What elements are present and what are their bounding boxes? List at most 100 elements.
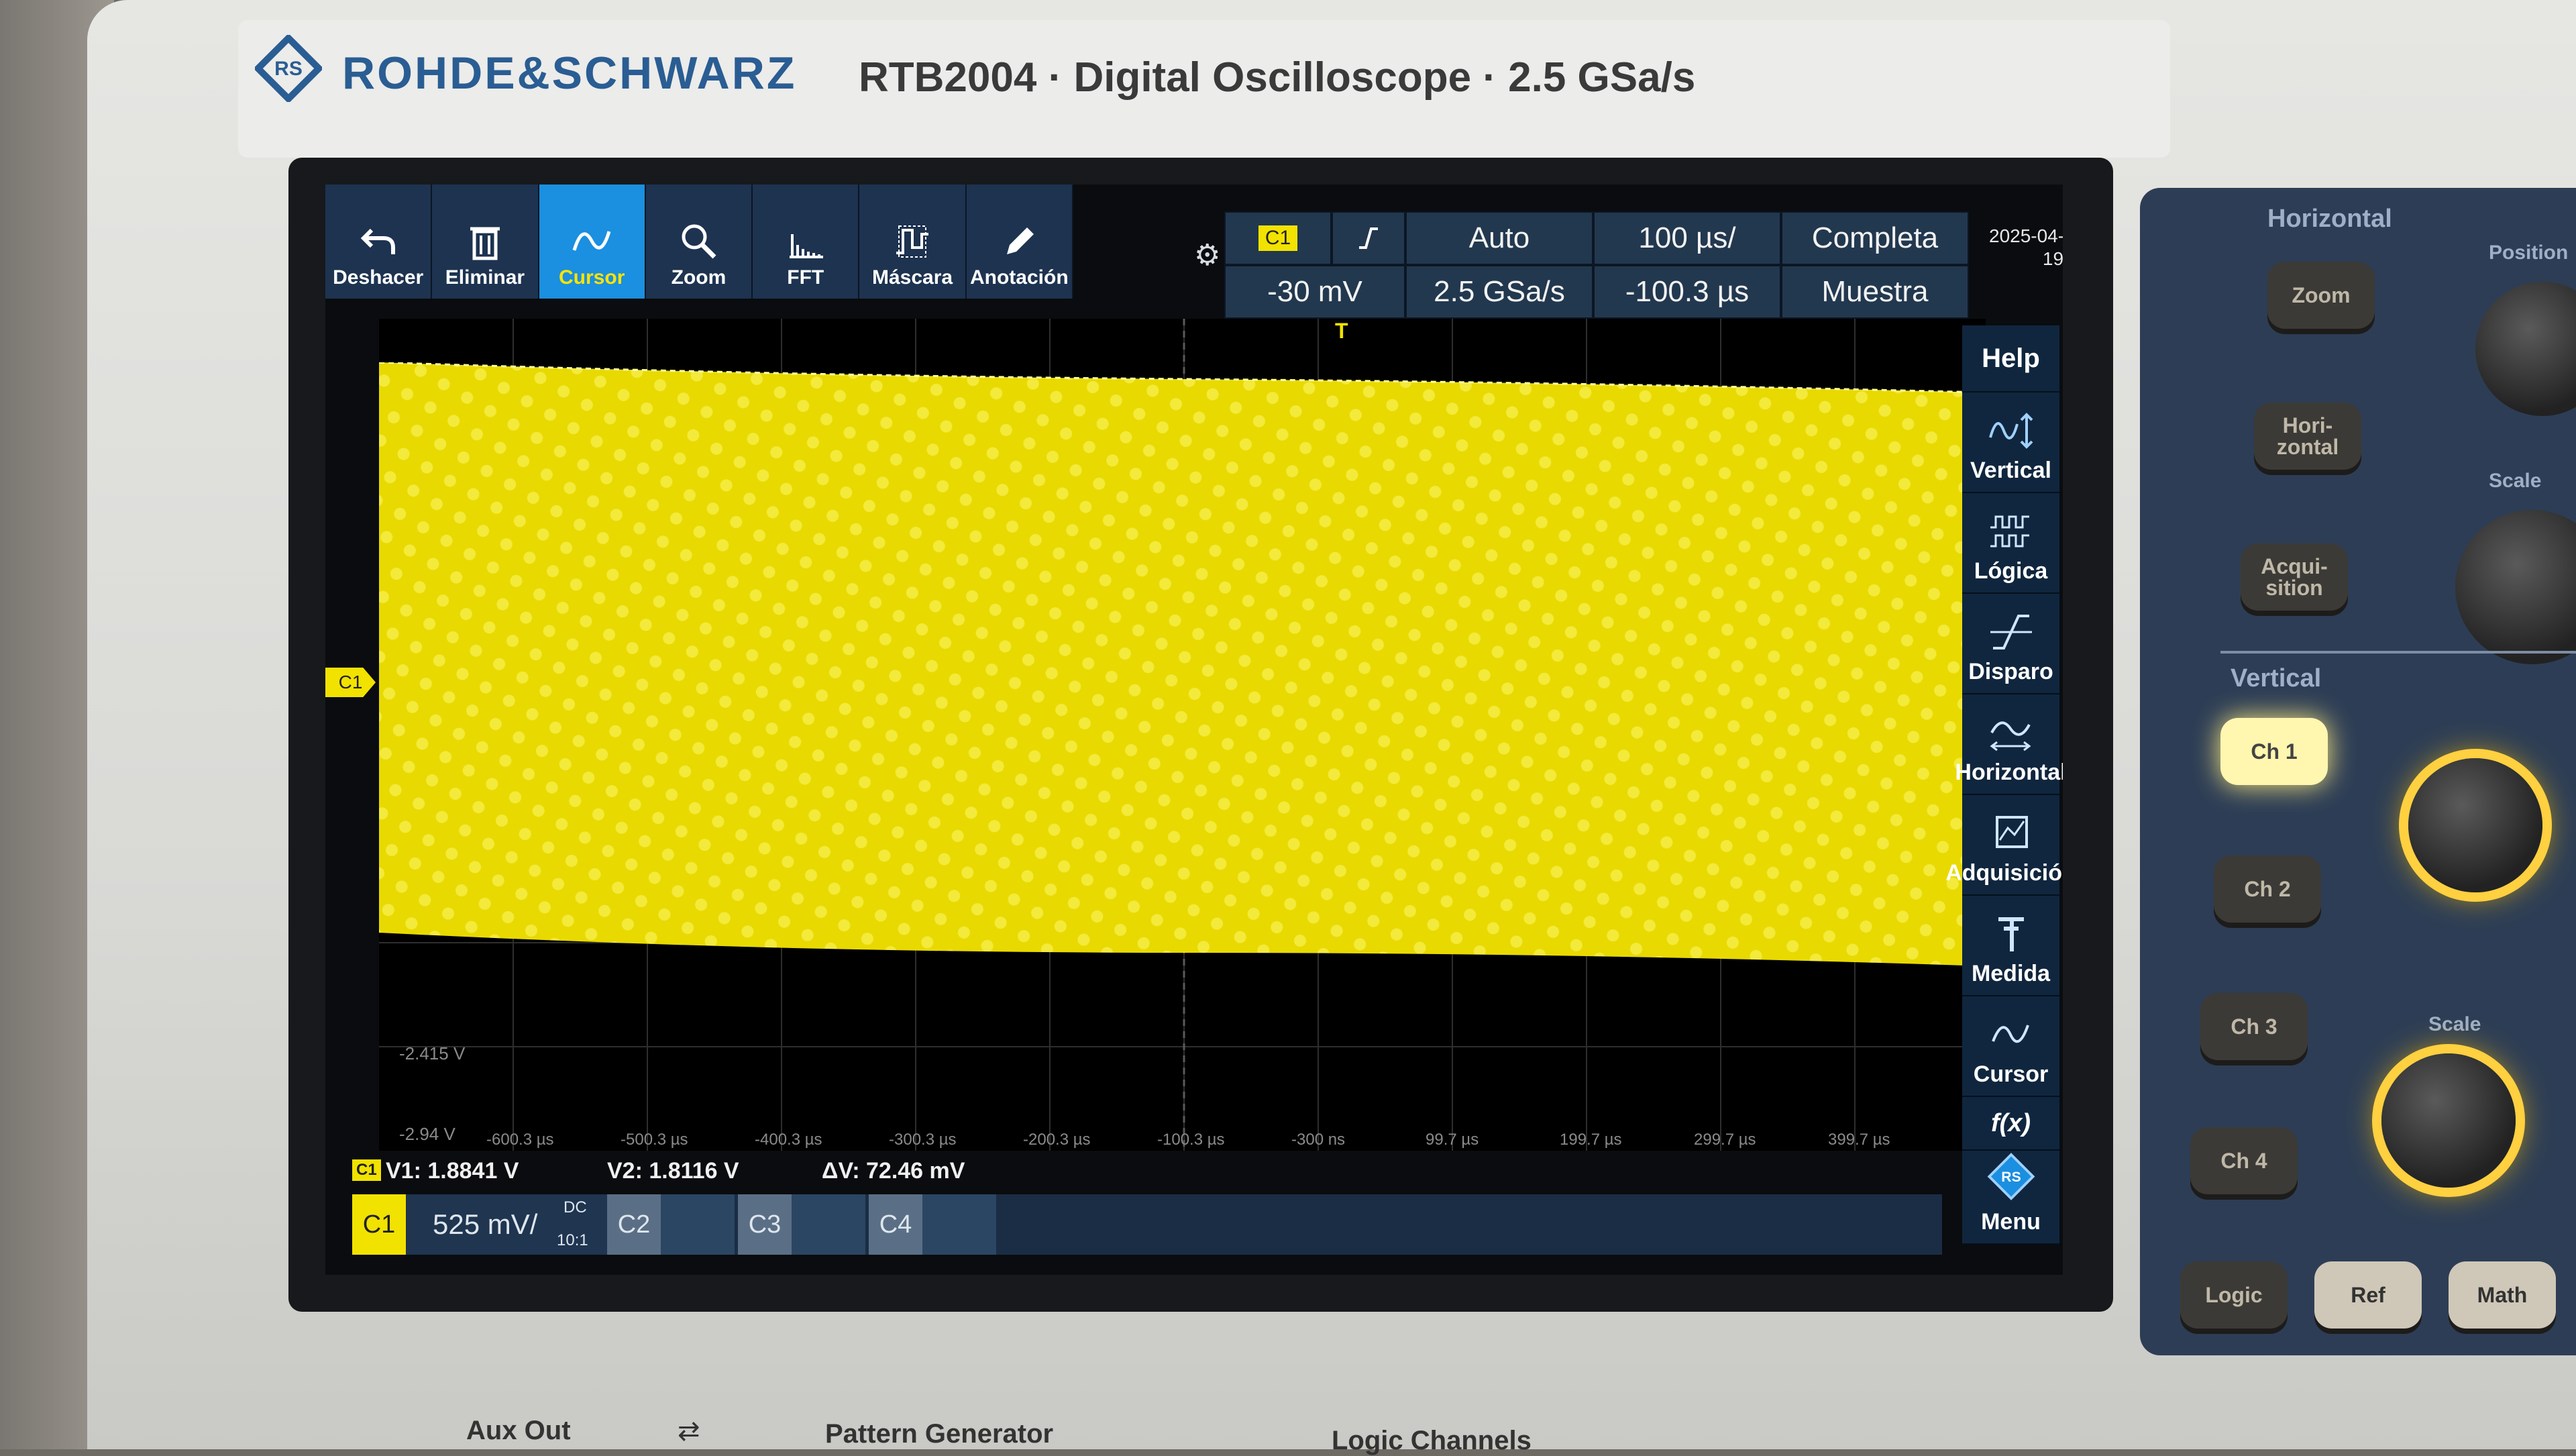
- h-scale-label: Scale: [2489, 470, 2542, 492]
- math-hw-button[interactable]: Math: [2449, 1261, 2556, 1329]
- x-axis-label: 99.7 µs: [1426, 1131, 1479, 1149]
- cursor-v1: V1: 1.8841 V: [386, 1158, 519, 1184]
- channel4-label: C4: [869, 1194, 922, 1255]
- annotation-button[interactable]: Anotación: [966, 185, 1073, 299]
- x-axis-label: 299.7 µs: [1694, 1131, 1756, 1149]
- channel-bar: C1 525 mV/ DC 10:1 C2 C3 C4: [352, 1194, 1942, 1255]
- channel3-label: C3: [738, 1194, 792, 1255]
- math-fx-label: f(x): [1990, 1108, 2031, 1137]
- logic-icon: [1990, 515, 2029, 548]
- cursor-readout: C1 V1: 1.8841 V V2: 1.8116 V ΔV: 72.46 m…: [352, 1154, 1942, 1191]
- math-fx-button[interactable]: f(x): [1962, 1097, 2059, 1151]
- magnifier-icon: [682, 224, 716, 259]
- menu-measure-label: Medida: [1971, 961, 2051, 986]
- oscilloscope-screen: Deshacer Eliminar Cursor Zoom FFT Máscar…: [325, 185, 2063, 1275]
- channel2-box[interactable]: C2: [607, 1194, 735, 1255]
- cursor-wave-icon: [572, 231, 611, 251]
- fft-button[interactable]: FFT: [753, 185, 860, 299]
- rising-edge-icon: [1359, 227, 1378, 249]
- ch2-hw-button[interactable]: Ch 2: [2214, 855, 2321, 923]
- channel3-box[interactable]: C3: [738, 1194, 865, 1255]
- date: 2025-04-29: [1989, 225, 2063, 246]
- horizontal-section-title: Horizontal: [2267, 205, 2392, 233]
- menu-vertical[interactable]: Vertical: [1962, 393, 2059, 493]
- x-axis-label: -100.3 µs: [1157, 1131, 1225, 1149]
- x-axis-label: -200.3 µs: [1023, 1131, 1091, 1149]
- main-menu-label: Menu: [1981, 1209, 2041, 1235]
- menu-measure[interactable]: Medida: [1962, 896, 2059, 996]
- fft-icon: [789, 234, 823, 258]
- channel1-scale: 525 mV/: [433, 1208, 538, 1240]
- horizontal-wave-icon: [1990, 721, 2031, 751]
- ch4-hw-button[interactable]: Ch 4: [2190, 1127, 2298, 1194]
- time-scale[interactable]: 100 µs/: [1593, 211, 1781, 265]
- channel1-label: C1: [352, 1194, 406, 1255]
- trigger-marker[interactable]: T: [1335, 319, 1348, 344]
- channel1-box[interactable]: C1 525 mV/ DC 10:1: [352, 1194, 607, 1255]
- h-scale-knob[interactable]: [2455, 510, 2576, 664]
- time-offset[interactable]: -100.3 µs: [1593, 265, 1781, 319]
- ch-position-knob[interactable]: [2408, 758, 2542, 892]
- vertical-section-title: Vertical: [2231, 664, 2322, 692]
- menu-cursor[interactable]: Cursor: [1962, 996, 2059, 1097]
- x-axis-label: 199.7 µs: [1560, 1131, 1622, 1149]
- trigger-slope[interactable]: [1332, 211, 1405, 265]
- control-panel: Horizontal Position Zoom Hori- zontal Ac…: [2140, 188, 2576, 1355]
- menu-logic[interactable]: Lógica: [1962, 493, 2059, 594]
- channel1-marker[interactable]: C1: [325, 668, 376, 697]
- acquisition-icon: [1995, 816, 2028, 848]
- position-label: Position: [2489, 242, 2569, 264]
- ch1-hw-button[interactable]: Ch 1: [2220, 718, 2328, 785]
- rs-menu-logo-icon: RS: [1987, 1153, 2035, 1200]
- zoom-hw-button[interactable]: Zoom: [2267, 262, 2375, 329]
- delete-button[interactable]: Eliminar: [432, 185, 539, 299]
- trigger-icon: [1990, 615, 2032, 649]
- x-axis-label: -300.3 µs: [889, 1131, 957, 1149]
- x-axis-label: 399.7 µs: [1828, 1131, 1890, 1149]
- horizontal-hw-button[interactable]: Hori- zontal: [2254, 403, 2361, 470]
- logic-channels-label: Logic Channels: [1332, 1426, 1532, 1455]
- menu-acquisition[interactable]: Adquisición: [1945, 795, 2063, 896]
- date-time: 2025-04-29 19:44 ⇄: [1989, 225, 2063, 278]
- usb-icon: ⇄: [1989, 280, 2063, 303]
- usb-port-icon: ⇄: [678, 1416, 700, 1446]
- zoom-button[interactable]: Zoom: [645, 185, 753, 299]
- trigger-mode[interactable]: Auto: [1405, 211, 1593, 265]
- x-axis-label: -400.3 µs: [755, 1131, 822, 1149]
- trigger-level[interactable]: -30 mV: [1224, 265, 1405, 319]
- pencil-icon: [1007, 227, 1034, 254]
- help-button[interactable]: Help: [1962, 325, 2059, 393]
- time: 19:44: [2042, 248, 2063, 269]
- logic-hw-button[interactable]: Logic: [2180, 1261, 2288, 1329]
- mask-button[interactable]: Máscara: [859, 185, 967, 299]
- sample-rate[interactable]: 2.5 GSa/s: [1405, 265, 1593, 319]
- channel4-box[interactable]: C4: [869, 1194, 996, 1255]
- menu-trigger[interactable]: Disparo: [1962, 594, 2059, 694]
- ch3-hw-button[interactable]: Ch 3: [2200, 993, 2308, 1060]
- trigger-source-cell[interactable]: C1: [1224, 211, 1332, 265]
- x-axis-label: -500.3 µs: [621, 1131, 688, 1149]
- model-title: RTB2004 · Digital Oscilloscope · 2.5 GSa…: [859, 54, 1696, 101]
- menu-horizontal[interactable]: Horizontal: [1955, 694, 2063, 795]
- acquisition-mode[interactable]: Muestra: [1781, 265, 1969, 319]
- channel1-probe: 10:1: [557, 1231, 588, 1249]
- rs-logo-icon: RS: [255, 35, 322, 102]
- ref-hw-button[interactable]: Ref: [2314, 1261, 2422, 1329]
- cursor-icon: [1991, 1025, 2029, 1043]
- undo-button[interactable]: Deshacer: [325, 185, 433, 299]
- mask-icon: [896, 225, 929, 258]
- position-knob[interactable]: [2475, 282, 2576, 416]
- trash-icon: [470, 227, 500, 260]
- menu-cursor-label: Cursor: [1973, 1061, 2049, 1087]
- acquisition-type[interactable]: Completa: [1781, 211, 1969, 265]
- y-label-1: -2.415 V: [399, 1043, 466, 1063]
- acquisition-hw-button[interactable]: Acqui- sition: [2241, 543, 2348, 611]
- pattern-generator-label: Pattern Generator: [825, 1419, 1054, 1449]
- channel1-trace: [379, 362, 1986, 966]
- readout-channel-tag: C1: [352, 1159, 381, 1181]
- cursor-tool-button[interactable]: Cursor: [539, 185, 646, 299]
- main-menu-button[interactable]: RS Menu: [1962, 1151, 2059, 1245]
- v-scale-knob[interactable]: [2381, 1053, 2516, 1188]
- settings-gear-icon[interactable]: ⚙: [1194, 238, 1220, 272]
- menu-logic-label: Lógica: [1974, 558, 2048, 584]
